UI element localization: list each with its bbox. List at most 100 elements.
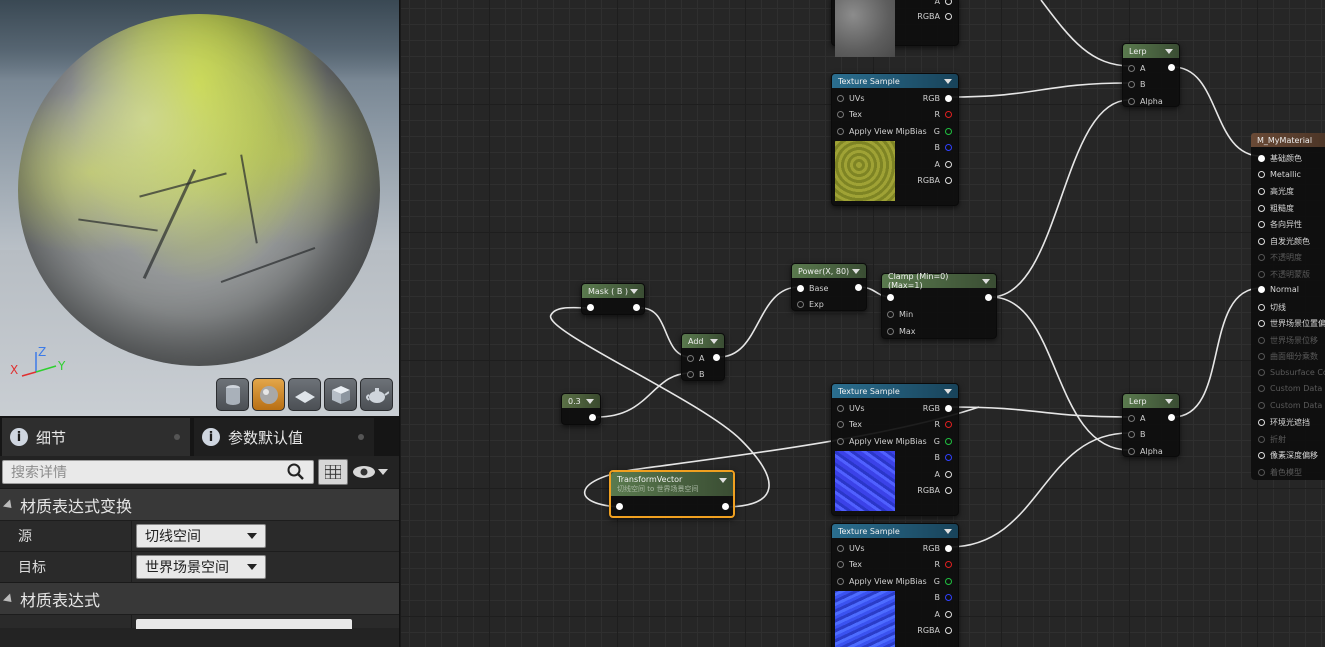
source-dropdown[interactable]: 切线空间 <box>136 524 266 548</box>
material-input[interactable]: 切线 <box>1258 302 1286 313</box>
node-material-output[interactable]: M_MyMaterial 基础颜色 Metallic 高光度 粗糙度 各向异性 自发光颜色… <box>1251 133 1325 480</box>
pin-g-out[interactable]: G <box>934 437 952 446</box>
pin-b[interactable]: B <box>1128 80 1146 89</box>
pin-rgb-out[interactable]: RGB <box>923 404 952 413</box>
material-input[interactable]: 曲面细分乘数 <box>1258 351 1318 362</box>
node-add[interactable]: Add A B <box>681 333 725 381</box>
material-input[interactable]: Subsurface Color <box>1258 368 1325 377</box>
pin-exp[interactable]: Exp <box>797 300 824 309</box>
pin-in[interactable] <box>887 294 894 301</box>
pin-a-out[interactable]: A <box>935 470 952 479</box>
pin-in[interactable] <box>587 304 594 311</box>
material-input[interactable]: 世界场景位移 <box>1258 335 1318 346</box>
pin-out[interactable] <box>633 304 640 311</box>
pin-b-out[interactable]: B <box>935 143 952 152</box>
pin-a[interactable]: A <box>1128 414 1145 423</box>
search-details-input[interactable]: 搜索详情 <box>2 460 314 484</box>
teapot-preview-button[interactable] <box>360 378 393 411</box>
pin-out[interactable] <box>589 414 596 421</box>
destination-dropdown[interactable]: 世界场景空间 <box>136 555 266 579</box>
material-input[interactable]: Custom Data 0 <box>1258 384 1325 393</box>
pin-r-out[interactable]: R <box>934 110 952 119</box>
material-input[interactable]: 环境光遮挡 <box>1258 417 1310 428</box>
pin-out[interactable] <box>713 354 720 361</box>
pin-a[interactable]: A <box>687 354 704 363</box>
pin-out[interactable] <box>1168 414 1175 421</box>
sphere-preview-button[interactable] <box>252 378 285 411</box>
pin-rgba-out[interactable]: RGBA <box>917 176 952 185</box>
pin-alpha[interactable]: Alpha <box>1128 447 1163 456</box>
material-graph-canvas[interactable]: A RGBA Texture Sample UVs Tex Apply View… <box>401 0 1325 647</box>
view-options-button[interactable] <box>352 465 388 479</box>
pin-out[interactable] <box>1168 64 1175 71</box>
node-lerp-2[interactable]: Lerp A B Alpha <box>1122 393 1180 457</box>
pin-b[interactable]: B <box>687 370 705 379</box>
pin-uvs[interactable]: UVs <box>837 544 865 553</box>
node-clamp[interactable]: Clamp (Min=0) (Max=1) Min Max <box>881 272 997 339</box>
material-input[interactable]: 不透明度 <box>1258 252 1302 263</box>
pin-uvs[interactable]: UVs <box>837 404 865 413</box>
material-input[interactable]: 粗糙度 <box>1258 203 1294 214</box>
pin-uvs[interactable]: UVs <box>837 94 865 103</box>
node-mask[interactable]: Mask ( B ) <box>581 283 645 315</box>
material-input[interactable]: 高光度 <box>1258 186 1294 197</box>
material-input[interactable]: 各向异性 <box>1258 219 1302 230</box>
pin-tex[interactable]: Tex <box>837 420 862 429</box>
material-input[interactable]: 不透明蒙版 <box>1258 269 1310 280</box>
material-input[interactable]: 自发光颜色 <box>1258 236 1310 247</box>
pin-out[interactable] <box>855 284 862 291</box>
node-power[interactable]: Power(X, 80) Base Exp <box>791 263 867 311</box>
pin-rgb-out[interactable]: RGB <box>923 94 952 103</box>
pin-r-out[interactable]: R <box>934 560 952 569</box>
material-input[interactable]: 世界场景位置偏移 <box>1258 318 1325 329</box>
node-texture-sample-3[interactable]: Texture Sample UVs Tex Apply View MipBia… <box>831 523 959 647</box>
tab-details[interactable]: i 细节 <box>2 418 190 456</box>
pin-a[interactable]: A <box>1128 64 1145 73</box>
pin-rgb-out[interactable]: RGB <box>923 544 952 553</box>
material-input[interactable]: 像素深度偏移 <box>1258 450 1318 461</box>
tab-close-icon[interactable] <box>358 434 364 440</box>
desc-input[interactable] <box>136 618 352 629</box>
material-input[interactable]: Metallic <box>1258 170 1301 179</box>
section-expression[interactable]: 材质表达式 <box>0 582 399 614</box>
node-texture-sample-1[interactable]: Texture Sample UVs Tex Apply View MipBia… <box>831 73 959 206</box>
property-matrix-button[interactable] <box>318 459 348 485</box>
pin-a-out[interactable]: A <box>935 610 952 619</box>
pin-out[interactable] <box>722 503 729 510</box>
cylinder-preview-button[interactable] <box>216 378 249 411</box>
material-input[interactable]: 折射 <box>1258 434 1286 445</box>
tab-close-icon[interactable] <box>174 434 180 440</box>
pin-tex[interactable]: Tex <box>837 560 862 569</box>
pin-a-out[interactable]: A <box>935 160 952 169</box>
pin-b-out[interactable]: B <box>935 453 952 462</box>
node-texture-sample-top[interactable]: A RGBA <box>831 0 959 57</box>
pin-rgba-out[interactable]: RGBA <box>917 486 952 495</box>
tab-parameter-defaults[interactable]: i 参数默认值 <box>194 418 374 456</box>
cube-preview-button[interactable] <box>324 378 357 411</box>
pin-out[interactable] <box>985 294 992 301</box>
pin-mipbias[interactable]: Apply View MipBias <box>837 577 927 586</box>
pin-in[interactable] <box>616 503 623 510</box>
preview-viewport[interactable]: Z X Y <box>0 0 400 416</box>
pin-tex[interactable]: Tex <box>837 110 862 119</box>
pin-alpha[interactable]: Alpha <box>1128 97 1163 106</box>
material-input[interactable]: 基础颜色 <box>1258 153 1302 164</box>
node-transform-vector[interactable]: TransformVector 切线空间 to 世界场景空间 <box>609 470 735 518</box>
material-input[interactable]: Custom Data 1 <box>1258 401 1325 410</box>
pin-min[interactable]: Min <box>887 310 913 319</box>
node-lerp-1[interactable]: Lerp A B Alpha <box>1122 43 1180 107</box>
material-input[interactable]: 着色模型 <box>1258 467 1302 478</box>
pin-g-out[interactable]: G <box>934 577 952 586</box>
pin-rgba-out[interactable]: RGBA <box>917 12 952 21</box>
pin-mipbias[interactable]: Apply View MipBias <box>837 437 927 446</box>
node-constant[interactable]: 0.3 <box>561 393 601 425</box>
pin-mipbias[interactable]: Apply View MipBias <box>837 127 927 136</box>
material-input[interactable]: Normal <box>1258 285 1299 294</box>
pin-g-out[interactable]: G <box>934 127 952 136</box>
plane-preview-button[interactable] <box>288 378 321 411</box>
section-transform[interactable]: 材质表达式变换 <box>0 488 399 520</box>
pin-rgba-out[interactable]: RGBA <box>917 626 952 635</box>
pin-b-out[interactable]: B <box>935 593 952 602</box>
pin-b[interactable]: B <box>1128 430 1146 439</box>
node-texture-sample-2[interactable]: Texture Sample UVs Tex Apply View MipBia… <box>831 383 959 516</box>
